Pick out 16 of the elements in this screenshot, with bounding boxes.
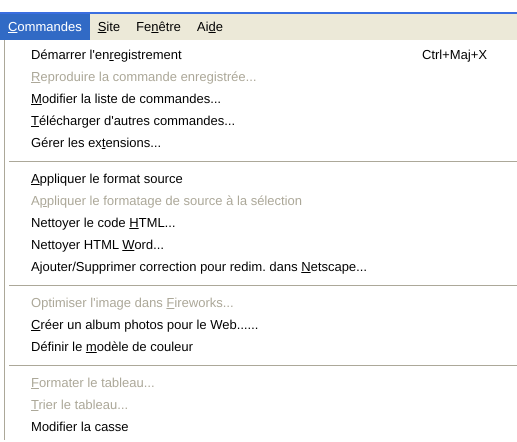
menu-item[interactable]: Nettoyer HTML Word... bbox=[5, 234, 517, 256]
menu-item[interactable]: Démarrer l'enregistrement Ctrl+Maj+X bbox=[5, 44, 517, 66]
menu-item[interactable]: Gérer les extensions... bbox=[5, 132, 517, 154]
menu-item[interactable]: Modifier la casse bbox=[5, 416, 517, 438]
menu-bar-item[interactable]: Fenêtre bbox=[128, 14, 189, 40]
menu-item[interactable]: Modifier la liste de commandes... bbox=[5, 88, 517, 110]
menu-item[interactable]: Définir le modèle de couleur bbox=[5, 336, 517, 358]
menu-item[interactable]: Créer un album photos pour le Web...... bbox=[5, 314, 517, 336]
menu-bar-item[interactable]: Site bbox=[90, 14, 128, 40]
menu-item[interactable]: Télécharger d'autres commandes... bbox=[5, 110, 517, 132]
menu-item[interactable]: Nettoyer le code HTML... bbox=[5, 212, 517, 234]
menu-item[interactable]: Ajouter/Supprimer correction pour redim. dans Netscape... bbox=[5, 256, 517, 278]
menu-item[interactable]: Appliquer le format source bbox=[5, 168, 517, 190]
menu-bar-item[interactable]: Aide bbox=[188, 14, 231, 40]
shortcut-label: Ctrl+Maj+X bbox=[422, 46, 487, 64]
menu-bar-item[interactable]: Commandes bbox=[0, 14, 90, 40]
